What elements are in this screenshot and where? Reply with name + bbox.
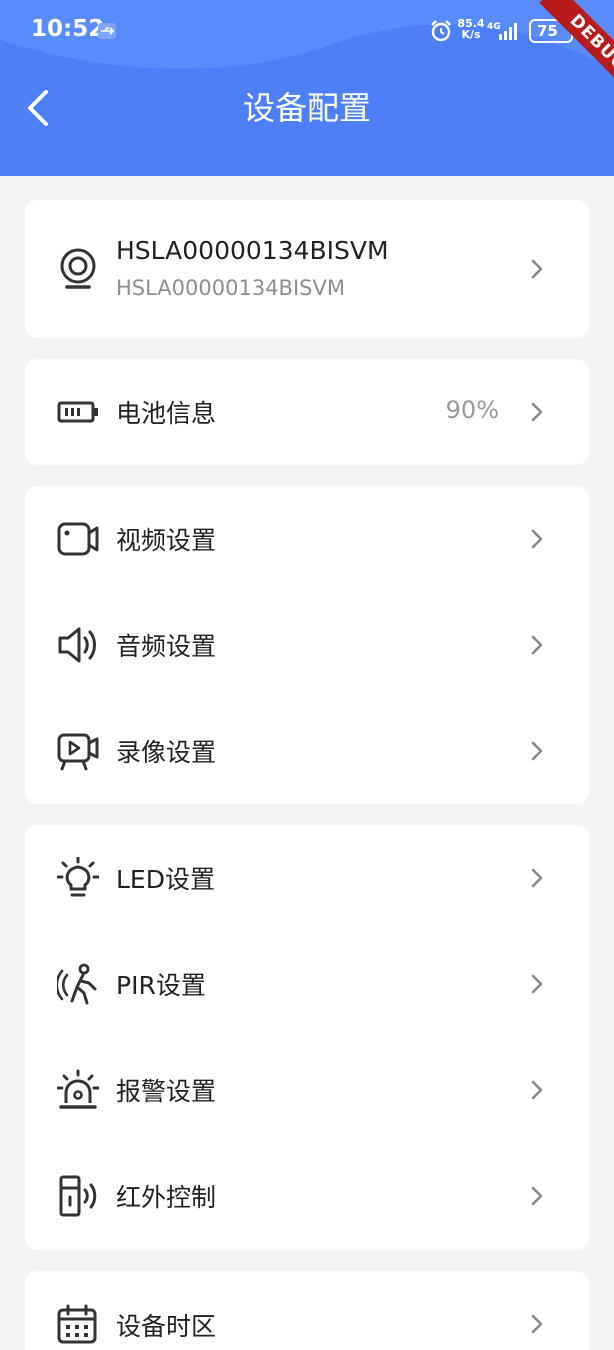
recording-icon <box>57 733 99 771</box>
usb-icon <box>98 23 116 39</box>
time-settings-card: 设备时区 <box>25 1271 589 1350</box>
menu-item-alarm-settings[interactable]: 报警设置 <box>25 1037 589 1143</box>
webcam-icon <box>60 248 96 289</box>
calendar-icon <box>57 1304 97 1344</box>
chevron-right-icon <box>531 1186 543 1206</box>
chevron-right-icon <box>531 1080 543 1100</box>
chevron-right-icon <box>531 402 543 422</box>
menu-item-label: 红外控制 <box>116 1183 217 1212</box>
chevron-right-icon <box>531 868 543 888</box>
hardware-settings-card: LED设置 PIR设置 报警设置 红外控制 <box>25 825 589 1250</box>
menu-item-audio-settings[interactable]: 音频设置 <box>25 592 589 698</box>
menu-item-video-settings[interactable]: 视频设置 <box>25 486 589 592</box>
motion-sensor-icon <box>57 963 97 1005</box>
page-title: 设备配置 <box>242 89 371 127</box>
menu-item-label: 设备时区 <box>116 1312 217 1341</box>
status-bar: 10:52 85.4 K/s 4G 75 DEBUG <box>0 0 614 102</box>
menu-item-label: PIR设置 <box>116 971 206 1000</box>
menu-item-label: 报警设置 <box>116 1077 217 1106</box>
cellular-signal-icon: 4G <box>487 22 517 40</box>
menu-item-device-timezone[interactable]: 设备时区 <box>25 1271 589 1350</box>
video-camera-icon <box>57 522 99 556</box>
device-id: HSLA00000134BISVM <box>116 276 345 300</box>
chevron-right-icon <box>531 1314 543 1334</box>
chevron-right-icon <box>531 259 543 279</box>
battery-icon <box>57 401 98 423</box>
chevron-right-icon <box>531 974 543 994</box>
status-time: 10:52 <box>31 16 105 42</box>
menu-item-label: 录像设置 <box>116 738 217 767</box>
network-speed-unit: K/s <box>461 28 481 41</box>
menu-item-recording-settings[interactable]: 录像设置 <box>25 698 589 804</box>
infrared-remote-icon <box>59 1175 97 1217</box>
media-settings-card: 视频设置 音频设置 录像设置 <box>25 486 589 804</box>
device-name: HSLA00000134BISVM <box>116 236 389 265</box>
menu-item-label: 音频设置 <box>116 632 217 661</box>
light-bulb-icon <box>57 857 99 897</box>
alarm-siren-icon <box>57 1069 99 1109</box>
network-speed: 85.4 K/s <box>456 18 486 40</box>
app-header: 10:52 85.4 K/s 4G 75 DEBUG 设备配置 <box>0 0 614 176</box>
menu-item-infrared-control[interactable]: 红外控制 <box>25 1143 589 1250</box>
menu-item-label: 视频设置 <box>116 526 217 555</box>
speaker-icon <box>58 627 96 663</box>
chevron-right-icon <box>531 529 543 549</box>
chevron-right-icon <box>531 741 543 761</box>
chevron-right-icon <box>531 635 543 655</box>
network-type: 4G <box>487 22 501 32</box>
menu-item-label: LED设置 <box>116 865 215 894</box>
menu-item-led-settings[interactable]: LED设置 <box>25 825 589 931</box>
battery-info-label: 电池信息 <box>116 399 217 428</box>
menu-item-pir-settings[interactable]: PIR设置 <box>25 931 589 1037</box>
battery-info-card[interactable]: 电池信息 90% <box>25 359 589 465</box>
device-card[interactable]: HSLA00000134BISVM HSLA00000134BISVM <box>25 200 589 338</box>
battery-level-value: 90% <box>445 396 499 424</box>
alarm-clock-icon <box>431 20 451 42</box>
